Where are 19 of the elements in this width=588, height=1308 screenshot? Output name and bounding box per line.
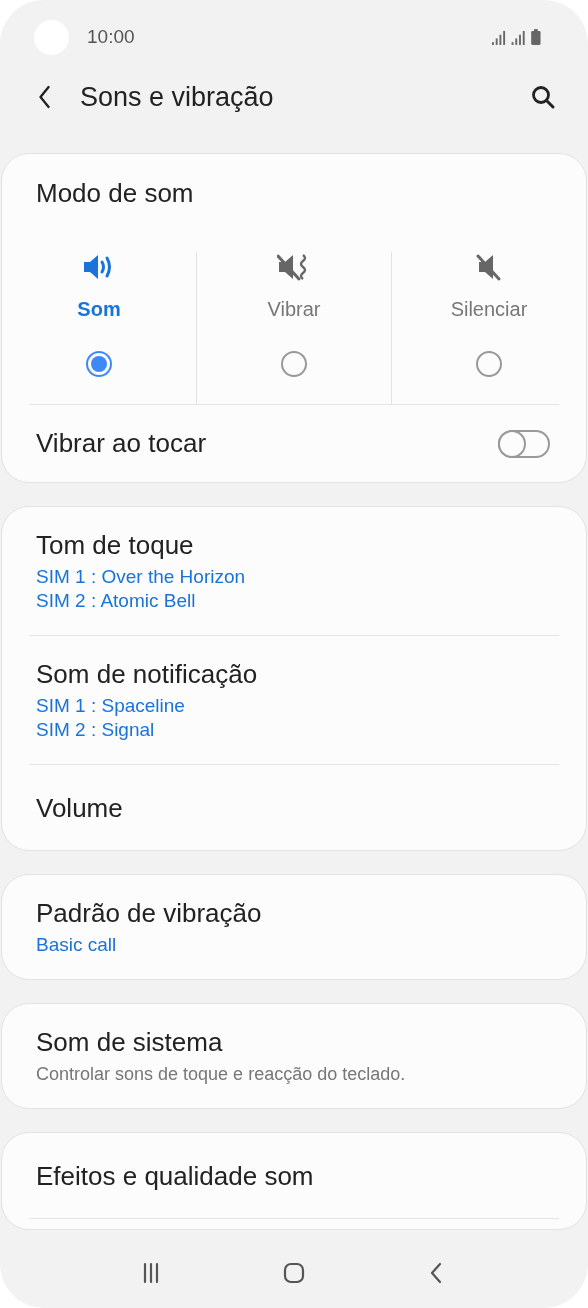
mode-label[interactable]: Silenciar: [450, 298, 528, 321]
toggle-switch[interactable]: [498, 429, 550, 458]
settings-item[interactable]: Som de sistema Controlar sons de toque e reacção do teclado.: [2, 1004, 586, 1108]
radio-button[interactable]: [476, 351, 502, 377]
search-icon[interactable]: [530, 84, 556, 110]
section-title: Modo de som: [35, 177, 195, 210]
clock: 10:00: [87, 26, 136, 48]
setting-label: Vibrar ao tocar: [36, 428, 207, 459]
settings-item[interactable]: Som de notificação SIM 1 : Spaceline SIM 2 : Signal: [2, 636, 586, 764]
radio-button[interactable]: [86, 351, 112, 377]
mode-label[interactable]: Som: [77, 298, 121, 321]
mode-label[interactable]: Vibrar: [267, 298, 321, 321]
settings-item[interactable]: Efeitos e qualidade som: [2, 1133, 586, 1218]
page-title: Sons e vibração: [80, 81, 275, 113]
settings-item[interactable]: Padrão de vibração Basic call: [2, 875, 586, 979]
radio-button[interactable]: [281, 351, 307, 377]
settings-item[interactable]: Tom de toque SIM 1 : Over the Horizon SIM 2 : Atomic Bell: [2, 507, 586, 635]
home-icon[interactable]: [282, 1261, 306, 1285]
settings-item[interactable]: Volume: [2, 765, 586, 850]
